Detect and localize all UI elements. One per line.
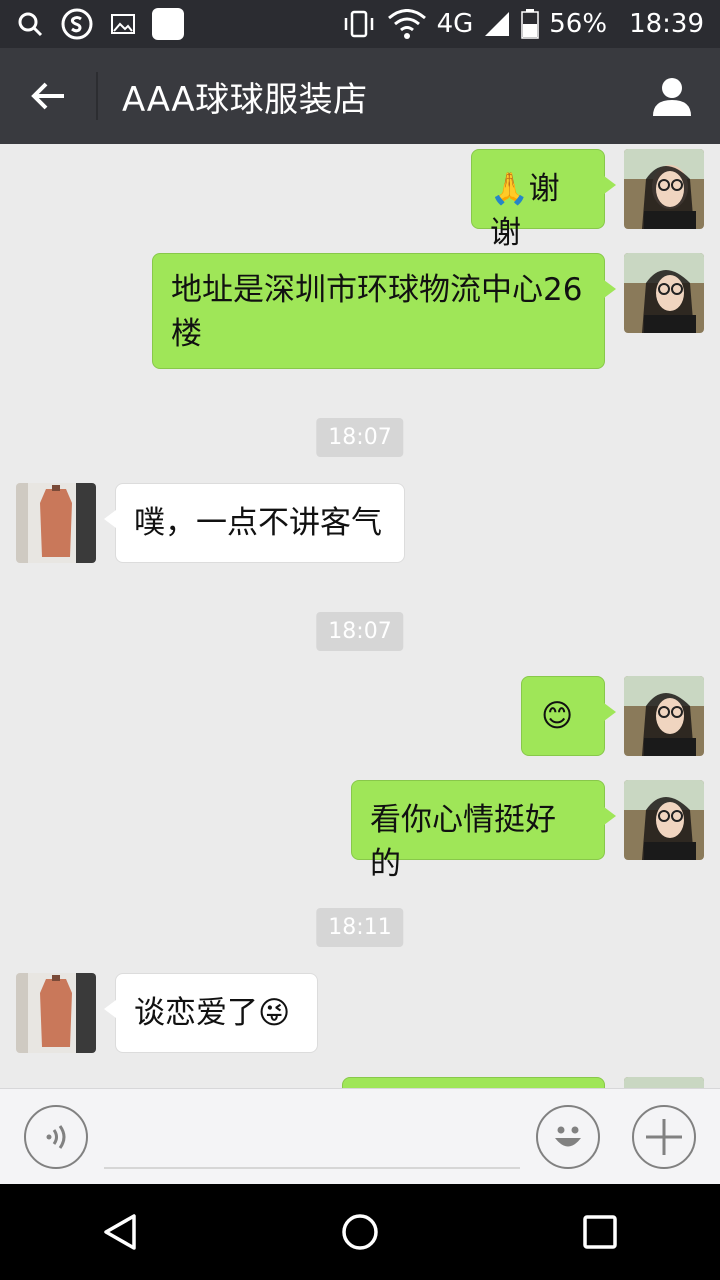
vibrate-icon xyxy=(341,10,377,38)
timestamp: 18:07 xyxy=(316,418,404,457)
smiling-emoji-icon: 😊 xyxy=(541,698,574,734)
my-avatar[interactable] xyxy=(624,1077,704,1088)
timestamp: 18:11 xyxy=(316,908,404,947)
nav-recents-button[interactable] xyxy=(552,1184,648,1280)
circle-home-icon xyxy=(342,1214,378,1250)
chat-area[interactable]: 🙏谢谢 地址是深圳市环球物流中心26楼 18:07 噗，一点不讲客气 18:07… xyxy=(0,144,720,1088)
smiley-icon xyxy=(555,1126,581,1147)
signal-icon xyxy=(483,10,511,38)
shop-avatar[interactable] xyxy=(16,483,96,563)
wifi-icon xyxy=(387,9,427,39)
timestamp: 18:07 xyxy=(316,612,404,651)
my-avatar[interactable] xyxy=(624,676,704,756)
navigation-bar xyxy=(0,1184,720,1280)
message-bubble-outgoing[interactable]: 地址是深圳市环球物流中心26楼 xyxy=(152,253,616,369)
app-square-icon xyxy=(152,8,184,40)
nav-back-button[interactable] xyxy=(72,1184,168,1280)
clock: 18:39 xyxy=(629,9,704,39)
sogou-icon xyxy=(60,7,94,41)
shop-avatar[interactable] xyxy=(16,973,96,1053)
message-text: 地址是深圳市环球物流中心26楼 xyxy=(171,272,583,352)
input-bar xyxy=(0,1088,720,1184)
status-bar: 4G 56% 18:39 xyxy=(0,0,720,48)
chat-info-button[interactable] xyxy=(624,48,720,144)
voice-icon xyxy=(46,1125,66,1149)
message-text: 谈恋爱了 xyxy=(134,995,258,1031)
title-bar: AAA球球服装店 xyxy=(0,48,720,144)
battery-percent: 56% xyxy=(549,9,608,39)
my-avatar[interactable] xyxy=(624,149,704,229)
winking-emoji-icon: 😜 xyxy=(258,995,291,1031)
my-avatar[interactable] xyxy=(624,253,704,333)
message-bubble-incoming[interactable]: 谈恋爱了😜 xyxy=(104,973,318,1053)
person-icon xyxy=(653,78,691,116)
pray-emoji-icon: 🙏 xyxy=(490,171,529,207)
message-bubble-outgoing[interactable]: 看你心情挺好的 xyxy=(351,780,616,882)
message-text: 噗，一点不讲客气 xyxy=(134,505,382,541)
arrow-left-icon xyxy=(31,82,64,110)
back-button[interactable] xyxy=(0,48,96,144)
message-text: 看你心情挺好的 xyxy=(370,802,556,882)
message-bubble-outgoing[interactable]: 🙏谢谢 xyxy=(471,149,616,251)
message-input[interactable] xyxy=(104,1167,520,1169)
emoji-button[interactable] xyxy=(536,1105,600,1169)
my-avatar[interactable] xyxy=(624,780,704,860)
image-icon xyxy=(110,12,136,36)
battery-icon xyxy=(521,9,540,39)
message-bubble-incoming[interactable]: 噗，一点不讲客气 xyxy=(104,483,405,563)
more-button[interactable] xyxy=(632,1105,696,1169)
search-icon xyxy=(16,10,44,38)
message-bubble-outgoing[interactable]: 😊 xyxy=(521,676,616,756)
page-title: AAA球球服装店 xyxy=(122,79,368,120)
nav-home-button[interactable] xyxy=(312,1184,408,1280)
title-divider xyxy=(96,72,98,120)
square-recents-icon xyxy=(583,1215,617,1249)
plus-icon xyxy=(646,1119,682,1155)
voice-button[interactable] xyxy=(24,1105,88,1169)
network-label: 4G xyxy=(436,9,474,39)
message-bubble-outgoing[interactable] xyxy=(342,1077,605,1088)
triangle-back-icon xyxy=(104,1214,136,1250)
